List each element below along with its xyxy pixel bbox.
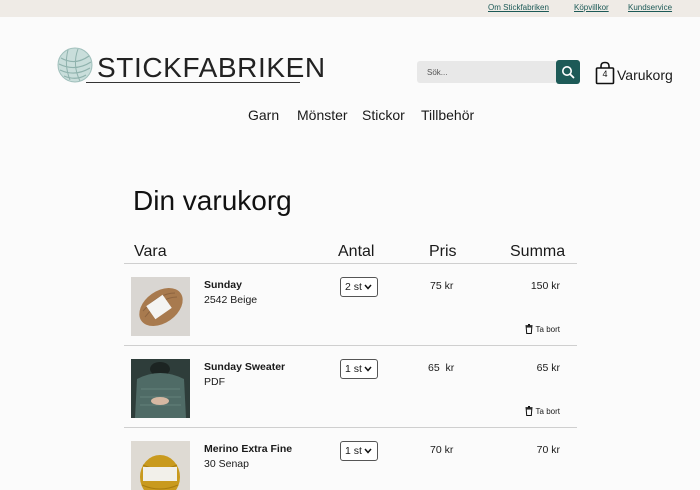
unit-price: 75 kr: [430, 280, 454, 292]
trash-icon: [525, 324, 533, 334]
quantity-select[interactable]: 1 st: [340, 359, 378, 379]
product-name[interactable]: Sunday Sweater: [204, 361, 285, 373]
search-icon: [562, 66, 575, 79]
chevron-down-icon: [364, 284, 372, 290]
product-name[interactable]: Sunday: [204, 279, 242, 291]
column-header-total: Summa: [510, 243, 566, 260]
trash-icon: [525, 406, 533, 416]
unit-price: 65 kr: [428, 362, 455, 374]
link-customer-service[interactable]: Kundservice: [628, 3, 672, 12]
quantity-select[interactable]: 1 st: [340, 441, 378, 461]
nav-item-accessories[interactable]: Tillbehör: [421, 107, 474, 123]
search-input[interactable]: [417, 61, 556, 83]
product-image[interactable]: [131, 441, 190, 490]
green-sweater-image: [131, 359, 190, 418]
chevron-down-icon: [364, 448, 372, 454]
line-total: 70 kr: [536, 444, 560, 456]
product-variant: 2542 Beige: [204, 294, 258, 306]
line-total: 150 kr: [530, 280, 560, 292]
product-variant: 30 Senap: [204, 458, 249, 470]
cart-label: Varukorg: [617, 67, 673, 83]
search-button[interactable]: [556, 60, 580, 84]
logo-underline: [86, 82, 300, 83]
top-utility-bar: Om Stickfabriken Köpvillkor Kundservice: [0, 0, 700, 17]
line-total: 65 kr: [536, 362, 560, 374]
column-header-item: Vara: [134, 243, 167, 260]
remove-label: Ta bort: [535, 406, 560, 416]
link-terms[interactable]: Köpvillkor: [574, 3, 609, 12]
quantity-select[interactable]: 2 st: [340, 277, 378, 297]
link-about[interactable]: Om Stickfabriken: [488, 3, 549, 12]
remove-label: Ta bort: [535, 324, 560, 334]
chevron-down-icon: [364, 366, 372, 372]
product-variant: PDF: [204, 376, 225, 388]
cart-button[interactable]: 4 Varukorg: [595, 61, 695, 85]
beige-yarn-image: [131, 277, 190, 336]
quantity-value: 2 st: [345, 281, 362, 293]
remove-button[interactable]: Ta bort: [525, 324, 560, 334]
quantity-value: 1 st: [345, 363, 362, 375]
cart-row: Merino Extra Fine 30 Senap 1 st 70 kr 70…: [124, 428, 577, 490]
cart-row: Sunday 2542 Beige 2 st 75 kr 150 kr Ta b…: [124, 264, 577, 346]
product-image[interactable]: [131, 277, 190, 336]
page-title: Din varukorg: [133, 185, 292, 216]
remove-button[interactable]: Ta bort: [525, 406, 560, 416]
logo-wordmark: STICKFABRIKEN: [97, 52, 326, 83]
nav-item-yarn[interactable]: Garn: [248, 107, 279, 123]
product-name[interactable]: Merino Extra Fine: [204, 443, 292, 455]
cart-count-badge: 4: [602, 69, 608, 79]
mustard-yarn-image: [131, 441, 190, 490]
product-image[interactable]: [131, 359, 190, 418]
quantity-value: 1 st: [345, 445, 362, 457]
unit-price: 70 kr: [430, 444, 454, 456]
nav-item-patterns[interactable]: Mönster: [297, 107, 348, 123]
column-header-quantity: Antal: [338, 243, 375, 260]
column-header-price: Pris: [429, 243, 457, 260]
nav-item-needles[interactable]: Stickor: [362, 107, 405, 123]
yarn-ball-icon: [57, 47, 93, 83]
site-logo[interactable]: STICKFABRIKEN: [56, 46, 325, 86]
cart-row: Sunday Sweater PDF 1 st 65 kr 65 kr Ta b…: [124, 346, 577, 428]
